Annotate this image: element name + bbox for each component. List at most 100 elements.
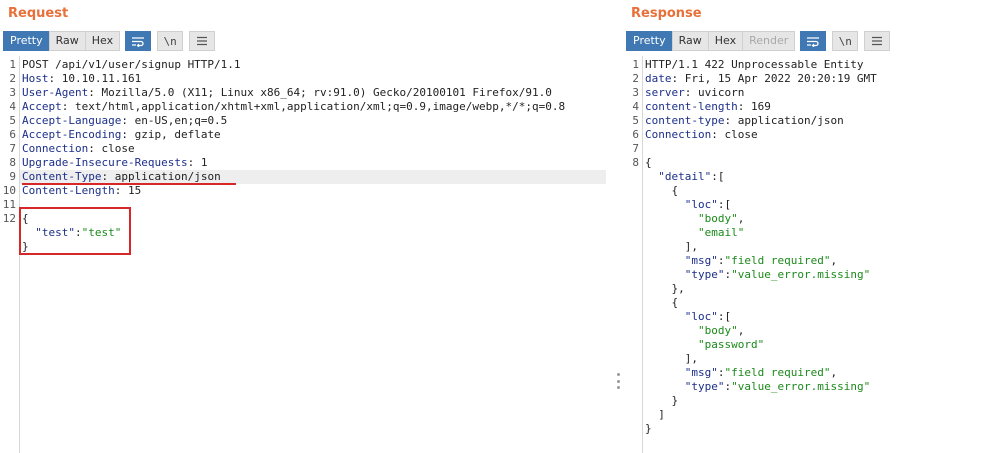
json-string: "body" xyxy=(697,324,738,337)
line-number: 7 xyxy=(632,142,639,155)
line-number: 5 xyxy=(632,114,639,127)
json-line: { xyxy=(623,296,989,310)
code-line: 5 content-type: application/json xyxy=(623,114,989,128)
menu-button[interactable] xyxy=(864,31,891,51)
json-line: }, xyxy=(623,282,989,296)
header-name: content-length xyxy=(645,100,738,113)
json-string: "password" xyxy=(697,338,765,351)
line-content: { xyxy=(645,296,679,310)
line-content: "loc":[ xyxy=(645,198,731,212)
line-content: Connection: close xyxy=(22,142,135,156)
menu-icon xyxy=(872,36,883,46)
json-string: "field required" xyxy=(724,366,831,379)
tab-hex[interactable]: Hex xyxy=(707,31,744,51)
line-number: 1 xyxy=(632,58,639,71)
json-line: "msg":"field required", xyxy=(623,254,989,268)
header-colon: : xyxy=(121,114,128,127)
header-value: text/html,application/xhtml+xml,applicat… xyxy=(68,100,566,113)
line-content: server: uvicorn xyxy=(645,86,744,100)
json-key: "msg" xyxy=(684,366,718,379)
line-content: Content-Type: application/json xyxy=(22,170,221,184)
line-number: 4 xyxy=(632,100,639,113)
code-line: 10 Content-Length: 15 xyxy=(0,184,612,198)
code-line: 5 Accept-Language: en-US,en;q=0.5 xyxy=(0,114,612,128)
header-name: Connection xyxy=(645,128,712,141)
line-content: "type":"value_error.missing" xyxy=(645,268,870,282)
line-content: User-Agent: Mozilla/5.0 (X11; Linux x86_… xyxy=(22,86,552,100)
json-string: "body" xyxy=(697,212,738,225)
json-string: "value_error.missing" xyxy=(731,268,871,281)
line-content: "type":"value_error.missing" xyxy=(645,380,870,394)
line-number: 8 xyxy=(632,156,639,169)
line-number: 4 xyxy=(9,100,16,113)
wrap-lines-button[interactable] xyxy=(125,31,152,51)
header-value: 15 xyxy=(121,184,142,197)
tab-pretty[interactable]: Pretty xyxy=(3,31,50,51)
header-value: 169 xyxy=(744,100,771,113)
header-name: date xyxy=(645,72,672,85)
line-number: 7 xyxy=(9,142,16,155)
newline-toggle-button[interactable]: \n xyxy=(832,31,859,51)
line-number: 3 xyxy=(632,86,639,99)
code-line: 1 HTTP/1.1 422 Unprocessable Entity xyxy=(623,58,989,72)
menu-button[interactable] xyxy=(189,31,216,51)
header-colon: : xyxy=(88,86,95,99)
line-content: } xyxy=(645,394,679,408)
header-value: application/json xyxy=(731,114,844,127)
code-line: 2 date: Fri, 15 Apr 2022 20:20:19 GMT xyxy=(623,72,989,86)
json-line: { xyxy=(623,184,989,198)
line-number: 8 xyxy=(9,156,16,169)
line-content: "detail":[ xyxy=(645,170,724,184)
line-content: "msg":"field required", xyxy=(645,254,837,268)
header-name: server xyxy=(645,86,685,99)
annotation-box xyxy=(19,207,131,255)
tab-raw[interactable]: Raw xyxy=(671,31,709,51)
line-content: Accept: text/html,application/xhtml+xml,… xyxy=(22,100,565,114)
header-colon: : xyxy=(121,128,128,141)
response-editor[interactable]: 1 HTTP/1.1 422 Unprocessable Entity 2 date:… xyxy=(623,56,989,453)
json-key: "detail" xyxy=(658,170,712,183)
tab-pretty[interactable]: Pretty xyxy=(626,31,673,51)
panel-resize-handle[interactable] xyxy=(616,373,620,389)
wrap-lines-button[interactable] xyxy=(800,31,827,51)
header-colon: : xyxy=(88,142,95,155)
line-number: 10 xyxy=(2,184,16,197)
newline-toggle-button[interactable]: \n xyxy=(157,31,184,51)
line-number: 1 xyxy=(9,58,16,71)
header-value: en-US,en;q=0.5 xyxy=(127,114,228,127)
wrap-lines-icon xyxy=(807,36,820,47)
line-content: "loc":[ xyxy=(645,310,731,324)
json-punct: , xyxy=(830,366,838,379)
json-punct: , xyxy=(830,254,838,267)
json-line: ] xyxy=(623,408,989,422)
header-value: gzip, deflate xyxy=(127,128,221,141)
request-editor[interactable]: 1 POST /api/v1/user/signup HTTP/1.1 2 Host:… xyxy=(0,56,612,453)
code-line: 7 xyxy=(623,142,989,156)
line-content: "msg":"field required", xyxy=(645,366,837,380)
line-content: content-length: 169 xyxy=(645,100,771,114)
tab-hex[interactable]: Hex xyxy=(84,31,121,51)
line-content: Content-Length: 15 xyxy=(22,184,141,198)
line-content: "body", xyxy=(645,212,744,226)
code-line: 3 User-Agent: Mozilla/5.0 (X11; Linux x86… xyxy=(0,86,612,100)
code-line: 6 Connection: close xyxy=(623,128,989,142)
code-line: 3 server: uvicorn xyxy=(623,86,989,100)
tab-raw[interactable]: Raw xyxy=(48,31,86,51)
line-content: Upgrade-Insecure-Requests: 1 xyxy=(22,156,207,170)
line-content: Host: 10.10.11.161 xyxy=(22,72,141,86)
json-string: "field required" xyxy=(724,254,831,267)
line-content: }, xyxy=(645,282,685,296)
request-title: Request xyxy=(8,6,69,21)
tab-render[interactable]: Render xyxy=(742,31,796,51)
json-punct: ] xyxy=(658,408,665,421)
json-string: "email" xyxy=(697,226,745,239)
